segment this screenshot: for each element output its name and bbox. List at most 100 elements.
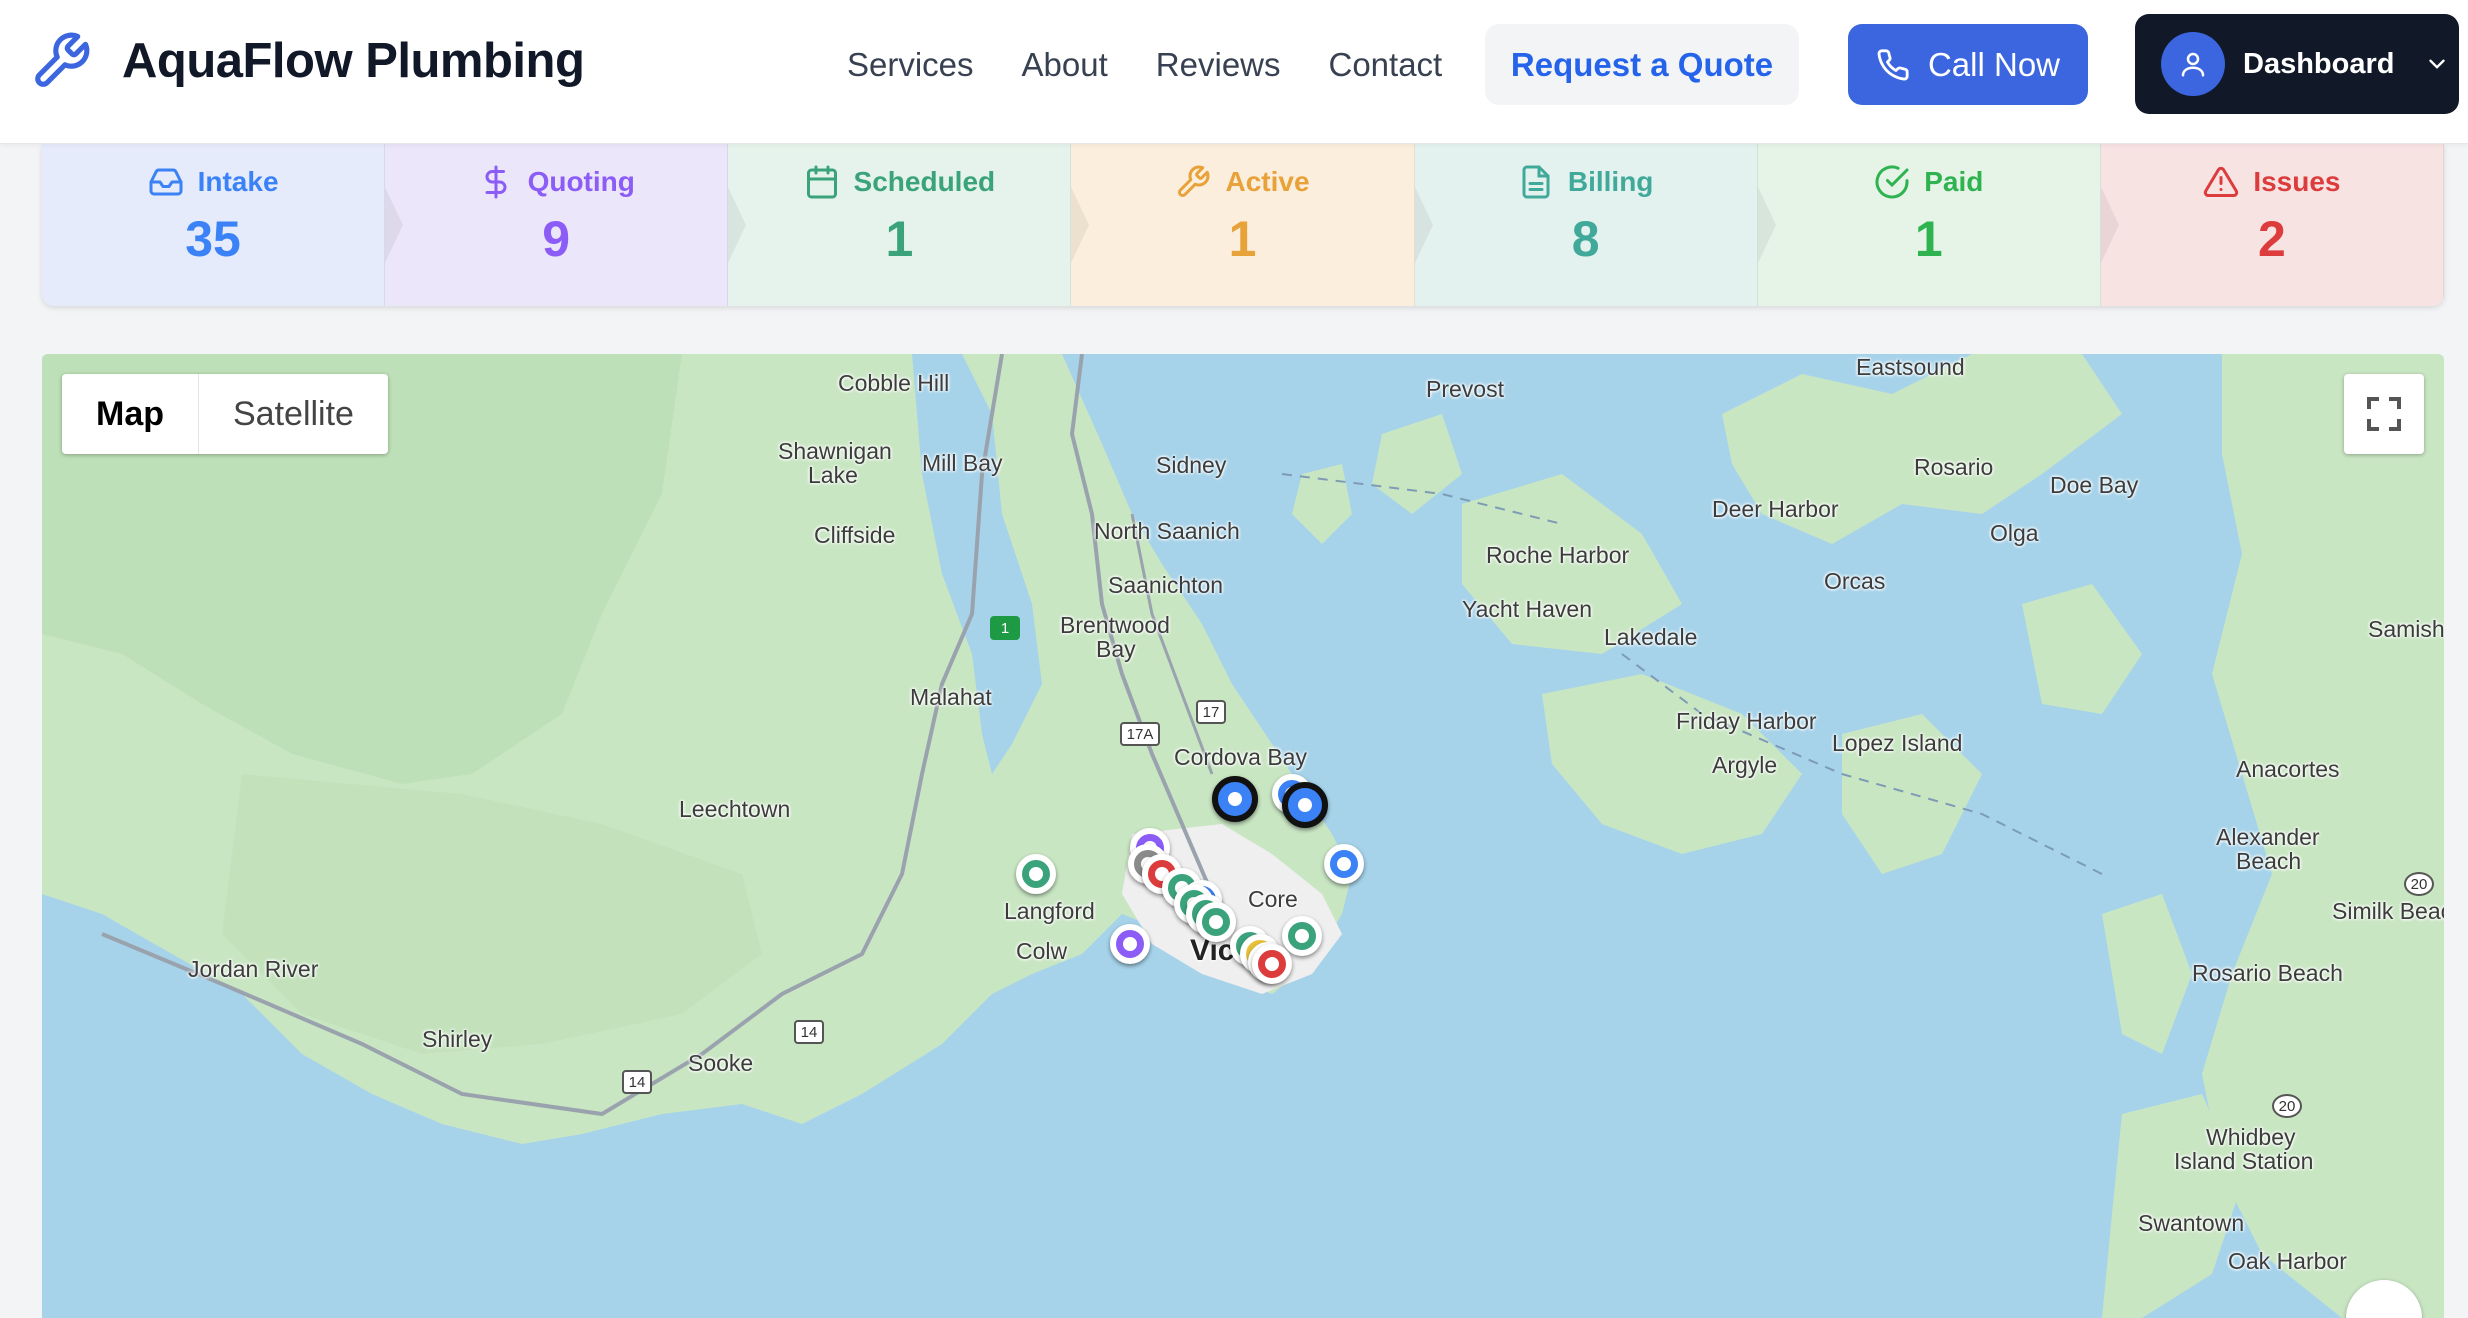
- place-label: Malahat: [910, 684, 992, 710]
- job-marker[interactable]: [1282, 916, 1322, 956]
- stage-label: Scheduled: [804, 164, 995, 200]
- place-label: Swantown: [2138, 1210, 2245, 1236]
- place-label: Anacortes: [2236, 756, 2340, 782]
- stage-count: 1: [885, 211, 914, 267]
- request-quote-button[interactable]: Request a Quote: [1485, 24, 1799, 105]
- highway-shield: 1: [990, 616, 1020, 640]
- job-marker[interactable]: [1324, 844, 1364, 884]
- place-label: Beach: [2236, 848, 2302, 874]
- call-now-button[interactable]: Call Now: [1848, 24, 2088, 105]
- stage-label: Intake: [148, 164, 279, 200]
- map-type-map-button[interactable]: Map: [62, 374, 199, 454]
- stage-label: Issues: [2203, 164, 2341, 200]
- stage-billing[interactable]: Billing 8: [1414, 144, 1758, 306]
- stage-paid[interactable]: Paid 1: [1757, 144, 2101, 306]
- map-type-toggle: Map Satellite: [62, 374, 388, 454]
- highway-shield: 17: [1196, 700, 1226, 724]
- place-label: Argyle: [1712, 752, 1778, 778]
- brand-title: AquaFlow Plumbing: [122, 34, 585, 88]
- place-label: Shirley: [422, 1026, 493, 1052]
- place-label: Lakedale: [1604, 624, 1698, 650]
- place-label: Colw: [1016, 938, 1068, 964]
- place-label: Deer Harbor: [1712, 496, 1839, 522]
- place-label: Mill Bay: [922, 450, 1003, 476]
- dashboard-button[interactable]: Dashboard: [2135, 14, 2459, 114]
- phone-icon: [1877, 48, 1909, 80]
- place-label: Brentwood: [1060, 612, 1170, 638]
- place-label: Friday Harbor: [1676, 708, 1817, 734]
- highway-shield: 20: [2404, 872, 2434, 896]
- dollar-icon: [485, 165, 506, 199]
- stage-intake[interactable]: Intake 35: [42, 144, 386, 306]
- place-label: Langford: [1004, 898, 1095, 924]
- stage-label: Paid: [1874, 164, 1983, 200]
- dashboard-label: Dashboard: [2243, 47, 2395, 80]
- stage-issues[interactable]: Issues 2: [2100, 144, 2444, 306]
- wrench-logo-icon: [35, 32, 90, 87]
- check-circle-icon: [1875, 165, 1909, 199]
- brand[interactable]: AquaFlow Plumbing: [30, 30, 585, 92]
- place-label: Rosario: [1914, 454, 1994, 480]
- job-pipeline: Intake 35 Quoting 9 Scheduled 1 Active 1…: [42, 144, 2444, 306]
- place-label: Lake: [808, 462, 858, 488]
- place-label: Prevost: [1426, 376, 1504, 402]
- fullscreen-button[interactable]: [2344, 374, 2424, 454]
- place-label: Alexander: [2216, 824, 2320, 850]
- place-label: Orcas: [1824, 568, 1886, 594]
- arrow-divider: [1757, 187, 1776, 263]
- place-label: Lopez Island: [1832, 730, 1963, 756]
- nav-services[interactable]: Services: [847, 40, 974, 90]
- wrench-icon: [1178, 165, 1210, 197]
- job-marker[interactable]: [1016, 854, 1056, 894]
- fullscreen-icon: [2367, 397, 2401, 431]
- job-marker[interactable]: [1196, 902, 1236, 942]
- site-header: AquaFlow Plumbing Services About Reviews…: [0, 0, 2468, 144]
- file-icon: [1522, 165, 1550, 199]
- place-label: Yacht Haven: [1462, 596, 1592, 622]
- place-label: Whidbey: [2206, 1124, 2296, 1150]
- stage-count: 9: [542, 211, 571, 267]
- arrow-divider: [1414, 187, 1433, 263]
- job-map[interactable]: Cobble Hill Shawnigan Lake Mill Bay Clif…: [42, 354, 2444, 1318]
- stage-label: Quoting: [478, 164, 635, 200]
- stage-count: 35: [185, 211, 241, 267]
- place-label: Sooke: [688, 1050, 754, 1076]
- job-marker-selected[interactable]: [1282, 782, 1328, 828]
- stage-scheduled[interactable]: Scheduled 1: [728, 144, 1072, 306]
- place-label: Cobble Hill: [838, 370, 950, 396]
- nav-about[interactable]: About: [1022, 40, 1108, 90]
- map-type-satellite-button[interactable]: Satellite: [199, 374, 388, 454]
- nav-contact[interactable]: Contact: [1329, 40, 1443, 90]
- job-marker[interactable]: [1110, 924, 1150, 964]
- arrow-divider: [385, 187, 404, 263]
- arrow-divider: [1071, 187, 1090, 263]
- arrow-divider: [728, 187, 747, 263]
- nav-reviews[interactable]: Reviews: [1156, 40, 1281, 90]
- stage-count: 8: [1571, 211, 1600, 267]
- stage-count: 1: [1228, 211, 1257, 267]
- user-avatar-icon: [2161, 32, 2225, 96]
- calendar-icon: [806, 165, 837, 199]
- place-label: Eastsound: [1856, 354, 1965, 380]
- place-label: Core: [1248, 886, 1298, 912]
- place-label: Leechtown: [679, 796, 791, 822]
- place-label: Similk Beac: [2332, 898, 2444, 924]
- place-label: Olga: [1990, 520, 2039, 546]
- job-marker-selected[interactable]: [1212, 776, 1258, 822]
- place-label: Bay: [1096, 636, 1136, 662]
- highway-shield: 20: [2272, 1094, 2302, 1118]
- arrow-divider: [2100, 187, 2119, 263]
- stage-label: Active: [1175, 164, 1310, 200]
- chevron-down-icon: [2429, 59, 2446, 69]
- highway-shield: 14: [794, 1020, 824, 1044]
- place-label: Shawnigan: [778, 438, 892, 464]
- stage-active[interactable]: Active 1: [1071, 144, 1415, 306]
- warning-icon: [2204, 166, 2239, 197]
- stage-quoting[interactable]: Quoting 9: [385, 144, 729, 306]
- place-label: Cordova Bay: [1174, 744, 1307, 770]
- place-label: Doe Bay: [2050, 472, 2139, 498]
- job-marker[interactable]: [1252, 944, 1292, 984]
- place-label: Sidney: [1156, 452, 1227, 478]
- place-label: Cliffside: [814, 522, 896, 548]
- place-label: Rosario Beach: [2192, 960, 2343, 986]
